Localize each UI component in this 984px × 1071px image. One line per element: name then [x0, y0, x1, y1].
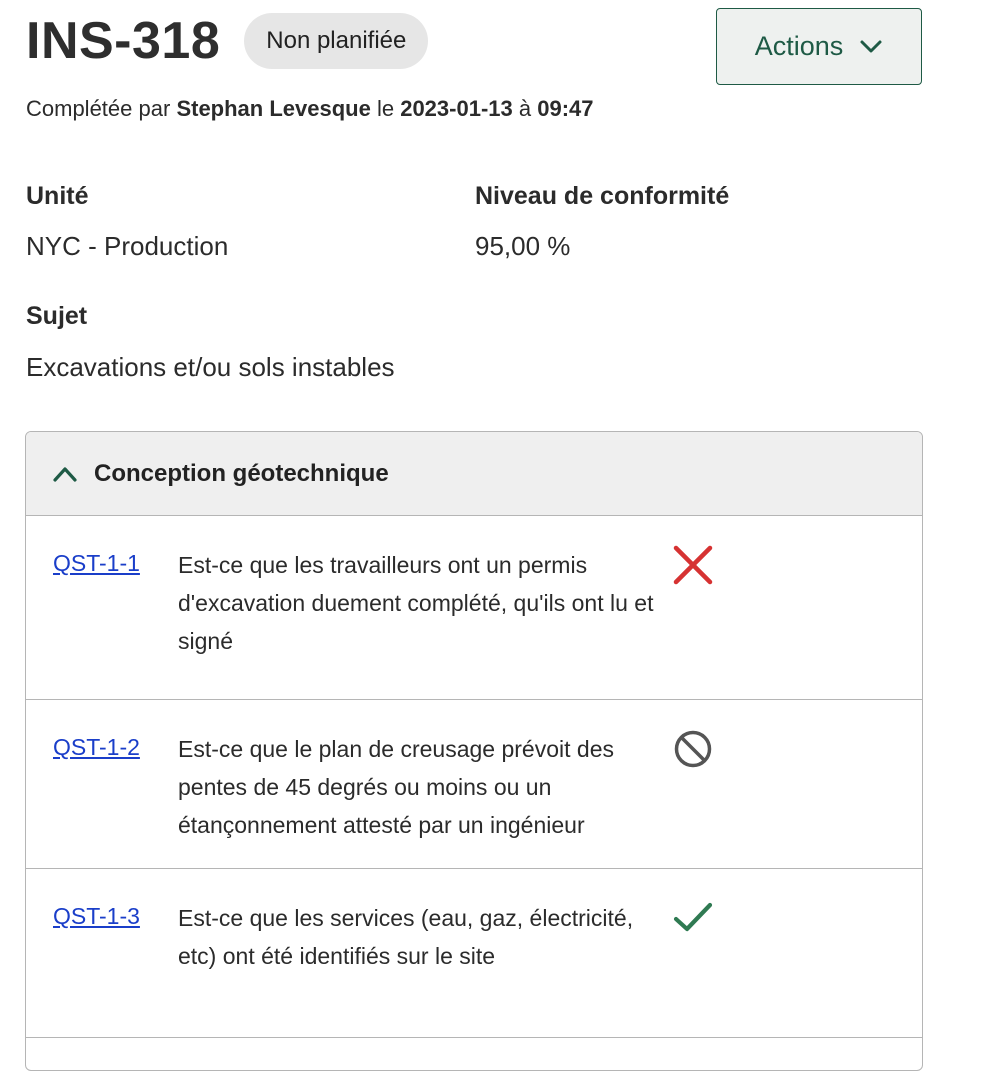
- question-row: QST-1-3 Est-ce que les services (eau, ga…: [26, 869, 922, 1038]
- completed-date: 2023-01-13: [400, 96, 513, 121]
- page-header: INS-318 Non planifiée: [26, 10, 429, 72]
- question-code-link[interactable]: QST-1-2: [53, 734, 140, 761]
- section-title: Conception géotechnique: [94, 459, 389, 487]
- x-icon: [672, 544, 714, 586]
- chevron-up-icon: [52, 465, 78, 483]
- actions-label: Actions: [754, 31, 844, 61]
- completion-info: Complétée par Stephan Levesque le 2023-0…: [26, 96, 594, 122]
- section-accordion: Conception géotechnique QST-1-1 Est-ce q…: [25, 431, 923, 1071]
- question-text: Est-ce que le plan de creusage prévoit d…: [178, 736, 614, 838]
- question-text: Est-ce que les travailleurs ont un permi…: [178, 552, 654, 654]
- subject-label: Sujet: [26, 302, 88, 330]
- page-title: INS-318: [26, 12, 221, 70]
- check-icon: [672, 897, 714, 939]
- question-code-link[interactable]: QST-1-3: [53, 903, 140, 930]
- unit-value: NYC - Production: [26, 231, 229, 261]
- accordion-header[interactable]: Conception géotechnique: [26, 432, 922, 516]
- question-text: Est-ce que les services (eau, gaz, élect…: [178, 905, 634, 969]
- unit-label: Unité: [26, 182, 89, 210]
- question-row: QST-1-2 Est-ce que le plan de creusage p…: [26, 700, 922, 869]
- completed-le: le: [376, 96, 395, 121]
- conformity-value: 95,00 %: [475, 231, 571, 261]
- not-applicable-icon: [672, 728, 714, 770]
- actions-button[interactable]: Actions: [716, 8, 922, 85]
- chevron-down-icon: [859, 39, 883, 55]
- completed-prefix: Complétée par: [26, 96, 171, 121]
- completed-a: à: [518, 96, 532, 121]
- subject-value: Excavations et/ou sols instables: [26, 352, 395, 382]
- question-row: QST-1-1 Est-ce que les travailleurs ont …: [26, 516, 922, 700]
- question-code-link[interactable]: QST-1-1: [53, 550, 140, 577]
- completed-by-name: Stephan Levesque: [176, 96, 371, 121]
- conformity-label: Niveau de conformité: [475, 182, 730, 210]
- status-badge: Non planifiée: [244, 13, 429, 69]
- completed-time: 09:47: [537, 96, 594, 121]
